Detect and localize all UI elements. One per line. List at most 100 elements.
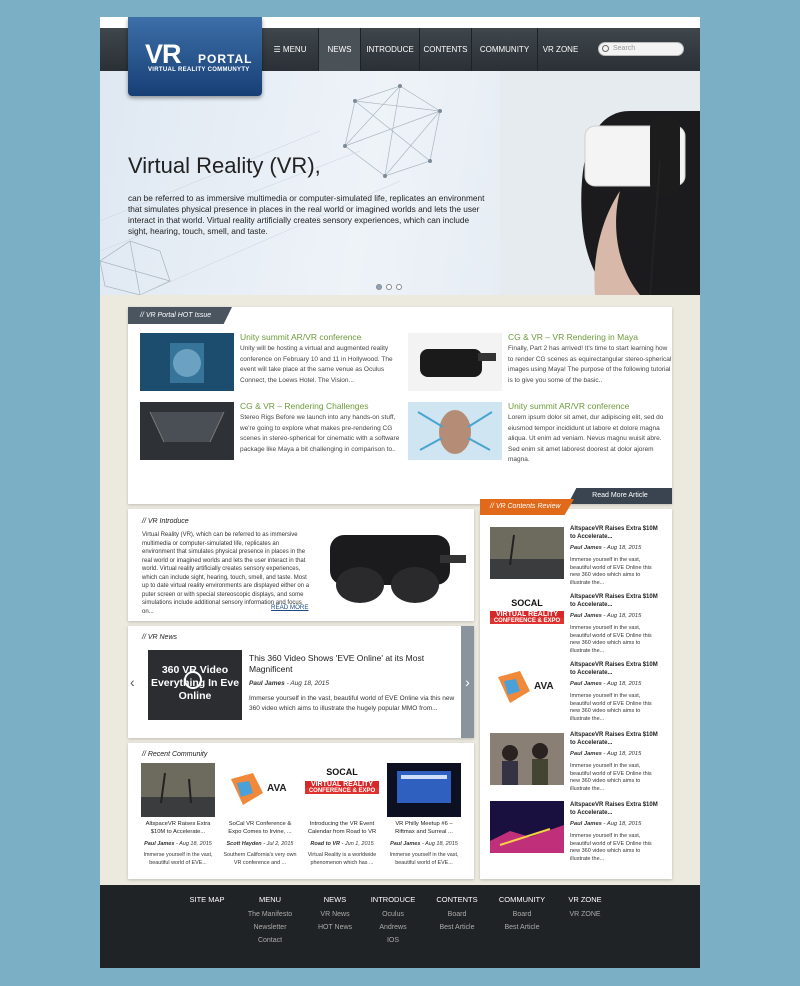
vr-introduce-panel: // VR Introduce Virtual Reality (VR), wh… (128, 509, 474, 621)
footer-heading[interactable]: INTRODUCE (368, 895, 418, 904)
footer-col-introduce: INTRODUCE Oculus Andrews IOS (368, 895, 418, 947)
review-item-text: Immerse yourself in the vast, beautiful … (570, 763, 652, 792)
nav-community[interactable]: COMMUNITY (471, 28, 537, 71)
footer-link[interactable]: HOT News (310, 921, 360, 934)
footer-link[interactable]: VR ZONE (560, 908, 610, 921)
nav-introduce[interactable]: INTRODUCE (360, 28, 419, 71)
review-item-title[interactable]: AltspaceVR Raises Extra $10M to Accelera… (570, 593, 662, 609)
news-prev-arrow[interactable]: ‹ (130, 674, 135, 690)
socal-logo-text: SOCAL (326, 767, 358, 777)
review-item-author: Paul James (570, 751, 602, 757)
review-item[interactable]: AltspaceVR Raises Extra $10M to Accelera… (480, 521, 672, 587)
main-content: // VR Portal HOT Issue Unity summit AR/V… (100, 295, 700, 885)
play-icon[interactable] (184, 671, 202, 689)
footer-link[interactable]: Contact (240, 934, 300, 947)
hot-item-text: Lorem ipsum dolor sit amet, dur adipisci… (508, 414, 664, 463)
nav-vr-zone[interactable]: VR ZONE (537, 28, 583, 71)
community-item-title[interactable]: VR Philly Meetup #6 – Riftmax and Surrea… (387, 821, 461, 836)
footer-heading: SITE MAP (189, 895, 225, 904)
logo-vr-text: VR (145, 39, 182, 69)
review-item[interactable]: AVA AltspaceVR Raises Extra $10M to Acce… (480, 657, 672, 723)
footer-col-community: COMMUNITY Board Best Article (493, 895, 551, 934)
slide-dot-2[interactable] (386, 284, 392, 290)
slide-dot-3[interactable] (396, 284, 402, 290)
hot-item-text: Finally, Part 2 has arrived! It's time t… (508, 345, 672, 384)
footer-col-sitemap: SITE MAP (182, 895, 232, 908)
news-next-scroll[interactable]: › (461, 626, 474, 738)
community-item-meta: Paul James - Aug 18, 2015 (144, 841, 212, 847)
hot-issue-tab: // VR Portal HOT Issue (128, 307, 232, 324)
socal-line2: VIRTUAL REALITY (490, 611, 564, 618)
community-item-text: Immerse yourself in the vast, beautiful … (389, 852, 459, 866)
hot-item-title[interactable]: CG & VR – VR Rendering in Maya (508, 332, 638, 342)
community-item-title[interactable]: Introducing the VR Event Calendar from R… (305, 821, 379, 836)
hot-item-title[interactable]: Unity summit AR/VR conference (240, 332, 361, 342)
community-item-date: Aug 18, 2015 (425, 841, 458, 847)
review-item-text: Immerse yourself in the vast, beautiful … (570, 833, 652, 862)
socal-line3: CONFERENCE & EXPO (490, 618, 564, 624)
community-item-author: Paul James (144, 841, 175, 847)
footer-link[interactable]: Board (493, 908, 551, 921)
intro-read-more-link[interactable]: READ MORE (271, 604, 308, 611)
hot-item-text: Stereo Rigs Before we launch into any ha… (240, 414, 400, 453)
slide-dot-1[interactable] (376, 284, 382, 290)
svg-text:AVA: AVA (534, 681, 554, 692)
community-thumb-map: AVA (223, 763, 297, 817)
hot-item-title[interactable]: CG & VR – Rendering Challenges (240, 401, 369, 411)
socal-line3: CONFERENCE & EXPO (305, 788, 379, 794)
footer-link[interactable]: Board (432, 908, 482, 921)
community-item-text: Immerse yourself in the vast, beautiful … (143, 852, 213, 866)
footer-link[interactable]: Andrews (368, 921, 418, 934)
community-thumb-screen (387, 763, 461, 817)
footer-heading[interactable]: CONTENTS (432, 895, 482, 904)
community-item-meta: Road to VR - Jun 1, 2015 (310, 841, 374, 847)
footer-link[interactable]: IOS (368, 934, 418, 947)
review-thumb-socal: SOCAL VIRTUAL REALITY CONFERENCE & EXPO (490, 595, 564, 647)
review-item-title[interactable]: AltspaceVR Raises Extra $10M to Accelera… (570, 801, 662, 817)
footer-link[interactable]: VR News (310, 908, 360, 921)
footer-link[interactable]: Newsletter (240, 921, 300, 934)
review-item-date: Aug 18, 2015 (606, 545, 642, 551)
hot-item-title[interactable]: Unity summit AR/VR conference (508, 401, 629, 411)
review-item-title[interactable]: AltspaceVR Raises Extra $10M to Accelera… (570, 525, 662, 541)
review-item[interactable]: SOCAL VIRTUAL REALITY CONFERENCE & EXPO … (480, 589, 672, 655)
news-headline[interactable]: This 360 Video Shows 'EVE Online' at its… (249, 653, 449, 675)
nav-contents[interactable]: CONTENTS (419, 28, 471, 71)
footer-heading[interactable]: MENU (240, 895, 300, 904)
search-icon (602, 45, 609, 52)
nav-news[interactable]: NEWS (318, 28, 360, 71)
review-item-title[interactable]: AltspaceVR Raises Extra $10M to Accelera… (570, 731, 662, 747)
community-thumb-socal: SOCAL VIRTUAL REALITY CONFERENCE & EXPO (305, 763, 379, 817)
hero-title: Virtual Reality (VR), (128, 153, 321, 178)
logo-subtitle: VIRTUAL REALITY COMMUNYTY (148, 67, 250, 73)
read-more-article-button[interactable]: Read More Article (568, 488, 672, 504)
review-item-author: Paul James (570, 545, 602, 551)
news-text: Immerse yourself in the vast, beautiful … (249, 695, 455, 712)
footer-heading[interactable]: VR ZONE (560, 895, 610, 904)
search-input[interactable]: Search (598, 42, 684, 56)
review-item-text: Immerse yourself in the vast, beautiful … (570, 693, 652, 722)
footer-link[interactable]: Best Article (493, 921, 551, 934)
review-item-author: Paul James (570, 821, 602, 827)
footer-heading[interactable]: COMMUNITY (493, 895, 551, 904)
community-item-text: Virtual Reality is a worldwide phenomeno… (307, 852, 377, 866)
review-item-date: Aug 18, 2015 (606, 821, 642, 827)
nav-menu[interactable]: ☰ MENU (262, 28, 318, 71)
community-item-title[interactable]: AltspaceVR Raises Extra $10M to Accelera… (141, 821, 215, 836)
site-logo[interactable]: VR PORTAL VIRTUAL REALITY COMMUNYTY (128, 17, 262, 96)
review-item[interactable]: AltspaceVR Raises Extra $10M to Accelera… (480, 797, 672, 863)
footer-heading[interactable]: NEWS (310, 895, 360, 904)
footer-link[interactable]: The Manifesto (240, 908, 300, 921)
hamburger-icon: ☰ (273, 45, 283, 54)
footer-col-menu: MENU The Manifesto Newsletter Contact (240, 895, 300, 947)
community-thumb-palms (141, 763, 215, 817)
community-item-author: Road to VR (310, 841, 340, 847)
footer-link[interactable]: Best Article (432, 921, 482, 934)
footer-link[interactable]: Oculus (368, 908, 418, 921)
community-item-title[interactable]: SoCal VR Conference & Expo Comes to Irvi… (223, 821, 297, 836)
hot-thumb-face (408, 402, 502, 460)
socal-line2: VIRTUAL REALITY (305, 781, 379, 788)
review-item-text: Immerse yourself in the vast, beautiful … (570, 557, 652, 586)
review-item[interactable]: AltspaceVR Raises Extra $10M to Accelera… (480, 727, 672, 793)
review-item-title[interactable]: AltspaceVR Raises Extra $10M to Accelera… (570, 661, 662, 677)
